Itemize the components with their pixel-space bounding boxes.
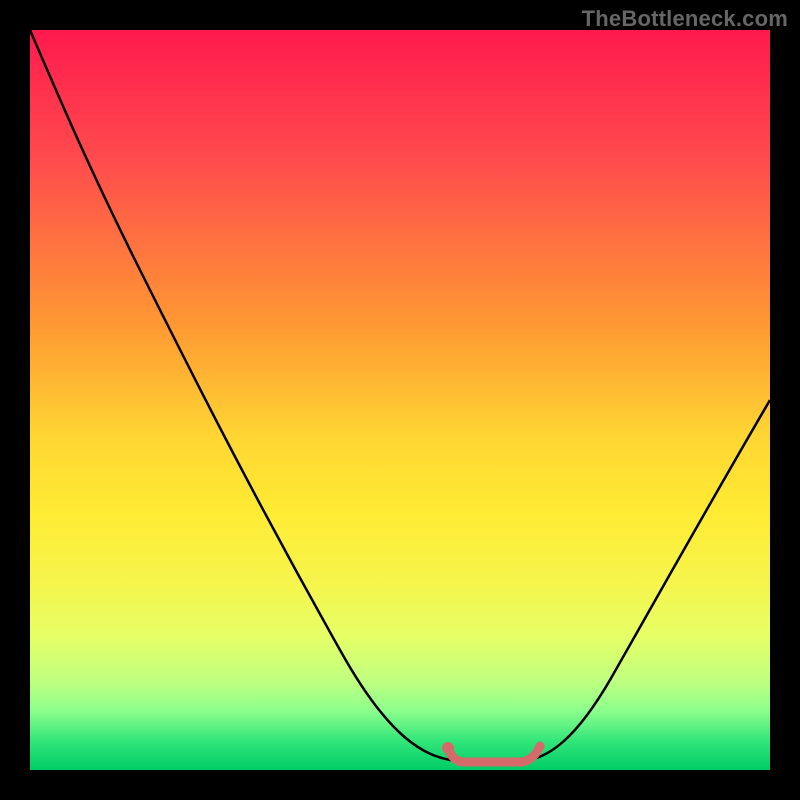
optimal-range-marker	[448, 746, 540, 762]
curve-svg	[30, 30, 770, 770]
bottleneck-curve	[30, 30, 770, 760]
chart-frame: TheBottleneck.com	[0, 0, 800, 800]
watermark-label: TheBottleneck.com	[582, 6, 788, 32]
optimal-start-dot	[442, 742, 454, 754]
plot-area	[30, 30, 770, 770]
